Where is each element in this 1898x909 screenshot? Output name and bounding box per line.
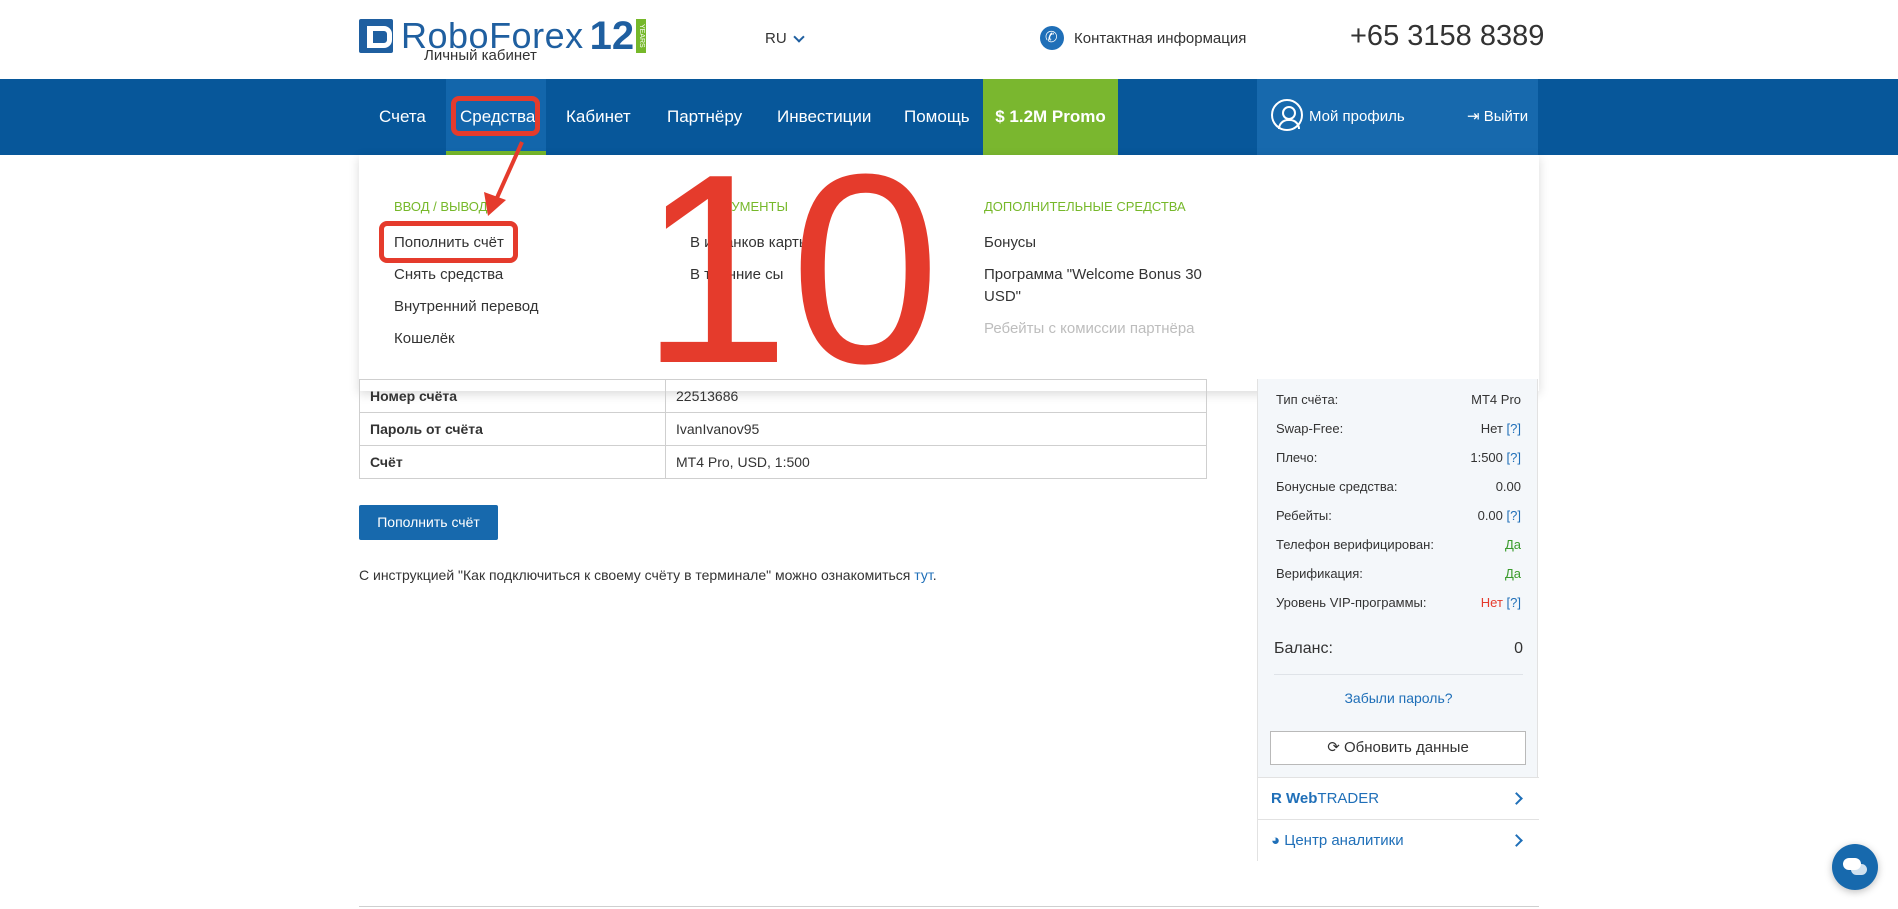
help-link[interactable]: [?] bbox=[1507, 508, 1521, 523]
nav-item-accounts[interactable]: Счета bbox=[359, 79, 446, 155]
sidebar-value: 1:500 bbox=[1470, 450, 1503, 465]
logout-icon: ⇥ bbox=[1467, 108, 1484, 125]
chat-icon[interactable] bbox=[1832, 844, 1878, 890]
webtrader-label: R WebTRADER bbox=[1271, 778, 1379, 820]
forgot-password-link[interactable]: Забыли пароль? bbox=[1258, 690, 1539, 706]
language-selector[interactable]: RU bbox=[765, 30, 805, 47]
dropdown-heading-additional-funds: ДОПОЛНИТЕЛЬНЫЕ СРЕДСТВА bbox=[984, 199, 1186, 214]
nav-user-area: Мой профиль ⇥ Выйти bbox=[1257, 79, 1538, 155]
help-link[interactable]: [?] bbox=[1507, 595, 1521, 610]
my-profile-link[interactable]: Мой профиль bbox=[1309, 79, 1405, 155]
contact-info-link[interactable]: Контактная информация bbox=[1040, 26, 1246, 50]
sidebar-key: Верификация: bbox=[1276, 566, 1363, 581]
table-key: Пароль от счёта bbox=[360, 413, 666, 445]
table-value: MT4 Pro, USD, 1:500 bbox=[676, 454, 810, 470]
contact-label: Контактная информация bbox=[1074, 29, 1247, 47]
sidebar-key: Swap-Free: bbox=[1276, 421, 1344, 436]
sidebar-value-wrap: 1:500 [?] bbox=[1470, 450, 1521, 465]
roboforex-mark-icon: R bbox=[1271, 790, 1286, 807]
annotation-arrow-icon bbox=[484, 141, 524, 216]
annotation-highlight-deposit bbox=[379, 221, 518, 263]
sidebar-value: Нет bbox=[1480, 421, 1503, 436]
logout-label: Выйти bbox=[1483, 108, 1529, 125]
sidebar-value: 0.00 bbox=[1495, 479, 1521, 494]
nav-item-cabinet[interactable]: Кабинет bbox=[566, 79, 631, 155]
dropdown-link-welcome-bonus-line2[interactable]: USD" bbox=[984, 288, 1021, 305]
balance-value: 0 bbox=[1514, 640, 1523, 657]
annotation-highlight-funds bbox=[451, 96, 540, 136]
account-sidebar: Тип счёта: MT4 Pro Swap-Free: Нет [?] Пл… bbox=[1257, 379, 1539, 861]
sidebar-value: Да bbox=[1504, 537, 1521, 552]
refresh-icon: ⟳ bbox=[1327, 739, 1344, 756]
dropdown-link-internal-transfer[interactable]: Внутренний перевод bbox=[394, 298, 539, 315]
sidebar-value-wrap: Нет [?] bbox=[1481, 595, 1521, 610]
topup-account-button[interactable]: Пополнить счёт bbox=[359, 505, 498, 540]
main-nav: Счета Средства Кабинет Партнёру Инвестиц… bbox=[0, 79, 1898, 155]
dropdown-link-wallet[interactable]: Кошелёк bbox=[394, 330, 455, 347]
logo-subtitle: Личный кабинет bbox=[424, 47, 537, 64]
table-key: Счёт bbox=[360, 446, 666, 478]
sidebar-key: Плечо: bbox=[1276, 450, 1318, 465]
analytics-label: ◕ Центр аналитики bbox=[1271, 820, 1404, 862]
chevron-right-icon bbox=[1510, 834, 1523, 847]
webtrader-link[interactable]: R WebTRADER bbox=[1258, 777, 1539, 819]
sidebar-value: Да bbox=[1504, 566, 1521, 581]
logout-link[interactable]: ⇥ Выйти bbox=[1467, 79, 1528, 155]
sidebar-value-wrap: 0.00 [?] bbox=[1478, 508, 1521, 523]
instruction-link[interactable]: тут bbox=[914, 567, 932, 583]
nav-item-promo[interactable]: $ 1.2M Promo bbox=[983, 79, 1118, 155]
dropdown-link-bonuses[interactable]: Бонусы bbox=[984, 234, 1036, 251]
help-link[interactable]: [?] bbox=[1507, 421, 1521, 436]
divider bbox=[1274, 674, 1523, 675]
dropdown-link-welcome-bonus[interactable]: Программа "Welcome Bonus 30 bbox=[984, 266, 1202, 283]
instruction-suffix: . bbox=[932, 567, 937, 583]
refresh-data-button[interactable]: ⟳ Обновить данные bbox=[1270, 731, 1526, 765]
chevron-right-icon bbox=[1510, 792, 1523, 805]
nav-item-accounts-label: Счета bbox=[379, 107, 426, 126]
balance-label: Баланс: bbox=[1274, 640, 1333, 657]
sidebar-key: Тип счёта: bbox=[1276, 392, 1339, 407]
sidebar-key: Бонусные средства: bbox=[1276, 479, 1398, 494]
nav-item-promo-label: $ 1.2M Promo bbox=[995, 107, 1106, 126]
sidebar-key: Телефон верифицирован: bbox=[1276, 537, 1434, 552]
phone-icon bbox=[1040, 26, 1064, 50]
sidebar-value: Нет bbox=[1480, 595, 1503, 610]
dropdown-link-withdraw[interactable]: Снять средства bbox=[394, 266, 503, 283]
logo-years-badge: YEARS bbox=[636, 19, 647, 53]
analytics-center-link[interactable]: ◕ Центр аналитики bbox=[1258, 819, 1539, 861]
refresh-label: Обновить данные bbox=[1343, 739, 1469, 756]
language-label: RU bbox=[765, 30, 787, 47]
pie-chart-icon: ◕ bbox=[1271, 832, 1285, 849]
sidebar-value: MT4 Pro bbox=[1471, 392, 1521, 407]
help-link[interactable]: [?] bbox=[1507, 450, 1521, 465]
table-row: Счёт MT4 Pro, USD, 1:500 bbox=[360, 445, 1206, 478]
sidebar-value-wrap: Нет [?] bbox=[1481, 421, 1521, 436]
dropdown-heading-deposit-withdraw: ВВОД / ВЫВОД bbox=[394, 199, 488, 214]
instruction-body: С инструкцией "Как подключиться к своему… bbox=[359, 567, 911, 583]
roboforex-logo-icon bbox=[359, 19, 393, 53]
webtrader-label-bold: Web bbox=[1286, 790, 1318, 807]
dropdown-link-partner-rebates: Ребейты с комиссии партнёра bbox=[984, 320, 1195, 337]
instruction-text: С инструкцией "Как подключиться к своему… bbox=[359, 567, 937, 583]
nav-item-cabinet-label: Кабинет bbox=[566, 107, 631, 126]
sidebar-value: 0.00 bbox=[1477, 508, 1503, 523]
page: RoboForex 12 YEARS Личный кабинет RU Кон… bbox=[0, 0, 1898, 909]
user-avatar-icon[interactable] bbox=[1271, 99, 1303, 131]
annotation-step-number: 10 bbox=[640, 119, 941, 420]
sidebar-key: Уровень VIP-программы: bbox=[1276, 595, 1427, 610]
balance-row: Баланс: 0 bbox=[1274, 640, 1523, 658]
footer-divider bbox=[359, 906, 1539, 907]
phone-number[interactable]: +65 3158 8389 bbox=[1350, 20, 1544, 53]
table-key: Номер счёта bbox=[360, 380, 666, 412]
webtrader-label-rest: TRADER bbox=[1317, 790, 1380, 807]
sidebar-key: Ребейты: bbox=[1276, 508, 1332, 523]
chevron-down-icon bbox=[793, 30, 805, 43]
analytics-label-text: Центр аналитики bbox=[1284, 832, 1404, 849]
logo-years: 12 bbox=[589, 14, 635, 58]
